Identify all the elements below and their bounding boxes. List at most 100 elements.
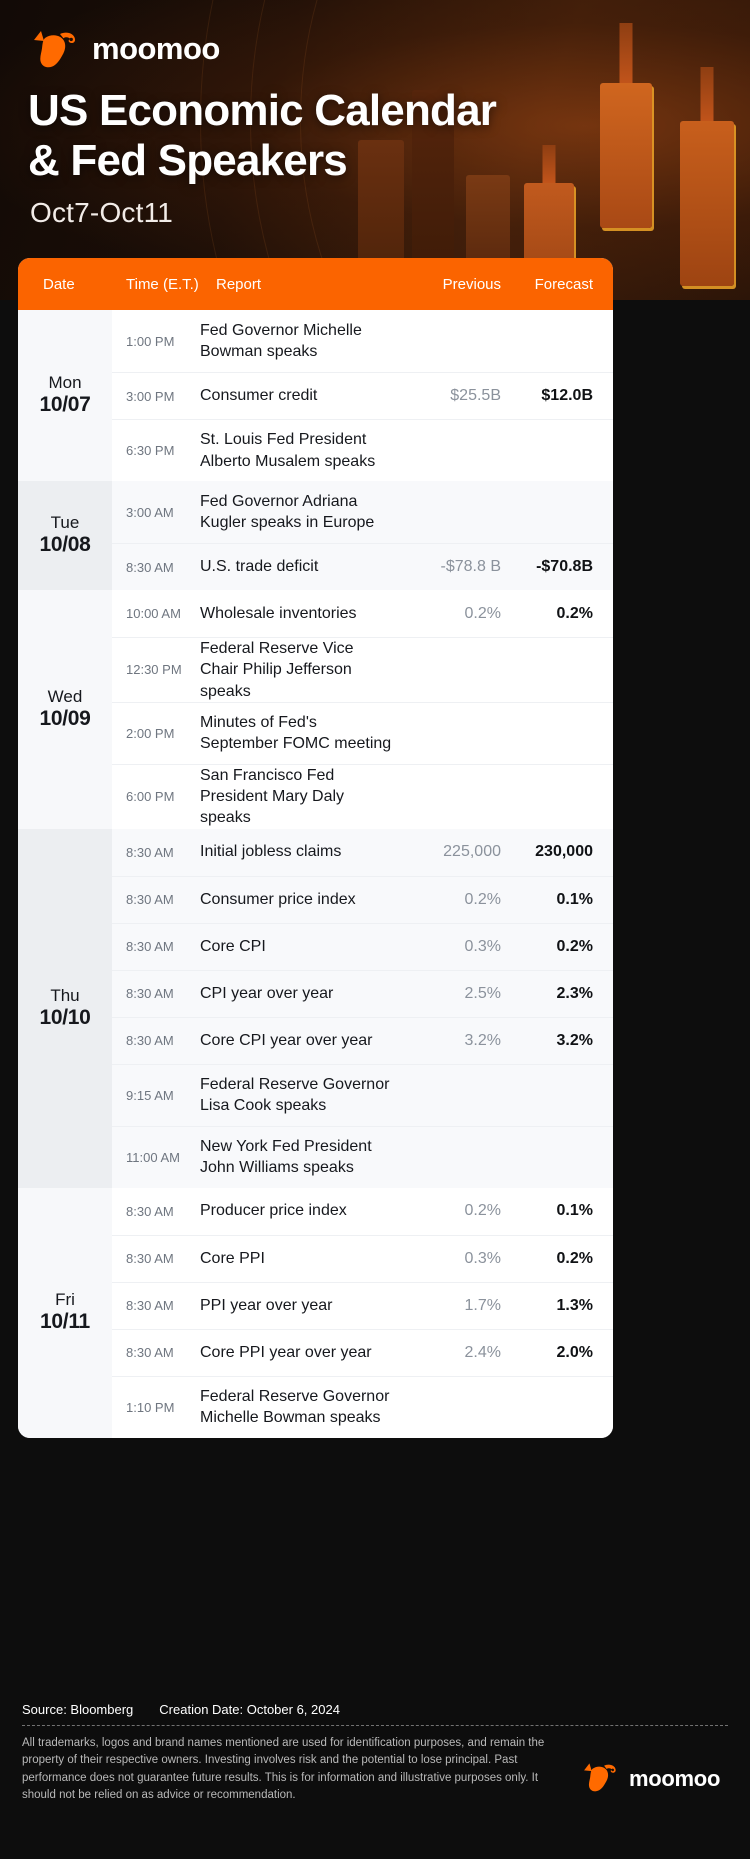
row-report: Federal Reserve Governor Michelle Bowman…: [200, 1387, 390, 1427]
table-row[interactable]: 8:30 AM Producer price index 0.2% 0.1%: [112, 1188, 613, 1235]
row-report: Fed Governor Michelle Bowman speaks: [200, 321, 362, 360]
decor-candle-3: [680, 67, 734, 300]
day-rows: 10:00 AM Wholesale inventories 0.2% 0.2% 12:…: [112, 590, 613, 829]
source-label: Source: Bloomberg: [22, 1702, 134, 1717]
table-row[interactable]: 8:30 AM U.S. trade deficit -$78.8 B -$70.8B: [112, 543, 613, 590]
day-block: Thu 10/10 8:30 AM Initial jobless claims 225…: [18, 828, 613, 1188]
day-block: Tue 10/08 3:00 AM Fed Governor Adriana Kugl…: [18, 481, 613, 590]
row-time: 9:15 AM: [126, 1087, 174, 1103]
day-of-week: Mon: [48, 373, 82, 393]
table-row[interactable]: 1:10 PM Federal Reserve Governor Michelle…: [112, 1375, 613, 1438]
row-forecast-value: $12.0B: [541, 387, 593, 404]
row-previous-value: 2.4%: [464, 1343, 501, 1361]
table-row[interactable]: 1:00 PM Fed Governor Michelle Bowman spea…: [112, 310, 613, 372]
row-report: Producer price index: [200, 1202, 347, 1220]
table-row[interactable]: 6:00 PM San Francisco Fed President Mary …: [112, 763, 613, 829]
row-time: 8:30 AM: [126, 986, 174, 1002]
moomoo-bull-logo-icon: [581, 1761, 621, 1797]
row-previous-value: 1.7%: [464, 1296, 501, 1314]
table-row[interactable]: 8:30 AM Core CPI 0.3% 0.2%: [112, 922, 613, 970]
row-previous-value: 2.5%: [464, 984, 501, 1002]
table-row[interactable]: 9:15 AM Federal Reserve Governor Lisa Coo…: [112, 1063, 613, 1126]
row-time: 8:30 AM: [126, 892, 174, 908]
day-date: 10/10: [39, 1005, 91, 1029]
row-report: St. Louis Fed President Alberto Musalem …: [200, 431, 376, 470]
row-report: CPI year over year: [200, 984, 334, 1002]
table-row[interactable]: 2:00 PM Minutes of Fed's September FOMC m…: [112, 701, 613, 764]
row-report: PPI year over year: [200, 1296, 333, 1314]
row-report: U.S. trade deficit: [200, 558, 319, 576]
row-time: 3:00 PM: [126, 388, 175, 404]
row-time: 6:30 PM: [126, 443, 175, 458]
row-forecast-value: 2.0%: [556, 1343, 593, 1361]
table-row[interactable]: 3:00 PM Consumer credit $25.5B $12.0B: [112, 372, 613, 419]
row-time: 8:30 AM: [126, 1033, 174, 1049]
day-date: 10/09: [39, 706, 91, 730]
day-of-week: Tue: [50, 513, 80, 533]
row-report: Initial jobless claims: [200, 843, 342, 861]
table-row[interactable]: 11:00 AM New York Fed President John Will…: [112, 1125, 613, 1188]
day-block: Fri 10/11 8:30 AM Producer price index 0.2% 0…: [18, 1187, 613, 1438]
column-header-report: Report: [216, 275, 262, 293]
row-forecast-value: 3.2%: [556, 1031, 593, 1049]
column-header-forecast: Forecast: [534, 275, 593, 293]
row-time: 1:00 PM: [126, 333, 175, 349]
economic-calendar-table: Date Time (E.T.) Report Previous Forecas…: [18, 258, 613, 1438]
row-report: San Francisco Fed President Mary Daly sp…: [200, 766, 345, 827]
row-report: Consumer price index: [200, 890, 356, 908]
row-report: Fed Governor Adriana Kugler speaks in Eu…: [200, 492, 375, 531]
row-time: 11:00 AM: [126, 1149, 180, 1165]
day-date-cell: Wed 10/09: [18, 590, 112, 829]
table-row[interactable]: 8:30 AM Core PPI 0.3% 0.2%: [112, 1234, 613, 1282]
disclaimer-text: All trademarks, logos and brand names me…: [22, 1737, 545, 1802]
table-row[interactable]: 8:30 AM CPI year over year 2.5% 2.3%: [112, 969, 613, 1017]
row-report: Wholesale inventories: [200, 604, 357, 622]
day-rows: 8:30 AM Producer price index 0.2% 0.1% 8:30 …: [112, 1187, 613, 1438]
table-row[interactable]: 6:30 PM St. Louis Fed President Alberto M…: [112, 419, 613, 481]
row-previous-value: 0.2%: [464, 1202, 501, 1220]
row-forecast-value: 0.1%: [556, 1202, 593, 1220]
row-report: Minutes of Fed's September FOMC meeting: [200, 714, 392, 753]
column-header-time: Time (E.T.): [126, 275, 199, 293]
row-time: 8:30 AM: [126, 939, 174, 955]
row-time: 8:30 AM: [126, 559, 174, 575]
row-time: 6:00 PM: [126, 789, 175, 805]
day-date-cell: Mon 10/07: [18, 310, 112, 481]
day-of-week: Fri: [55, 1290, 75, 1310]
footer-brand-logo: moomoo: [581, 1735, 720, 1797]
decor-candle-2: [600, 23, 652, 245]
row-report: New York Fed President John Williams spe…: [200, 1137, 372, 1177]
row-previous-value: 0.2%: [464, 604, 501, 622]
table-row[interactable]: 10:00 AM Wholesale inventories 0.2% 0.2%: [112, 590, 613, 637]
page-title-line-1: US Economic Calendar: [28, 86, 497, 135]
row-report: Core PPI year over year: [200, 1343, 372, 1361]
table-row[interactable]: 8:30 AM Core PPI year over year 2.4% 2.0%: [112, 1328, 613, 1376]
row-forecast-value: 0.2%: [556, 937, 593, 955]
source-line: Source: Bloomberg Creation Date: October…: [22, 1702, 728, 1725]
row-previous-value: 0.3%: [464, 1249, 501, 1267]
table-row[interactable]: 8:30 AM Initial jobless claims 225,000 230,…: [112, 829, 613, 876]
moomoo-bull-logo-icon: [30, 28, 82, 68]
table-row[interactable]: 8:30 AM PPI year over year 1.7% 1.3%: [112, 1281, 613, 1329]
day-date-cell: Tue 10/08: [18, 481, 112, 590]
row-time: 8:30 AM: [126, 844, 174, 860]
row-previous-value: 0.2%: [464, 890, 501, 908]
table-row[interactable]: 8:30 AM Core CPI year over year 3.2% 3.2%: [112, 1016, 613, 1064]
table-row[interactable]: 12:30 PM Federal Reserve Vice Chair Phili…: [112, 637, 613, 702]
page-title: US Economic Calendar & Fed Speakers: [28, 86, 497, 185]
table-row[interactable]: 3:00 AM Fed Governor Adriana Kugler speak…: [112, 481, 613, 543]
table-row[interactable]: 8:30 AM Consumer price index 0.2% 0.1%: [112, 875, 613, 923]
day-date: 10/07: [39, 393, 91, 417]
row-forecast-value: 0.2%: [556, 604, 593, 622]
row-time: 8:30 AM: [126, 1203, 174, 1219]
row-time: 2:00 PM: [126, 725, 175, 741]
row-forecast-value: 2.3%: [556, 984, 593, 1002]
day-date: 10/08: [39, 533, 91, 557]
hero-banner: moomoo US Economic Calendar & Fed Speake…: [0, 0, 750, 300]
row-previous-value: 225,000: [443, 843, 501, 861]
row-report: Core CPI year over year: [200, 1031, 373, 1049]
footer-brand-name: moomoo: [629, 1766, 721, 1791]
creation-date-label: Creation Date: October 6, 2024: [159, 1702, 340, 1717]
day-date-cell: Fri 10/11: [18, 1187, 112, 1438]
column-header-previous: Previous: [442, 275, 501, 293]
